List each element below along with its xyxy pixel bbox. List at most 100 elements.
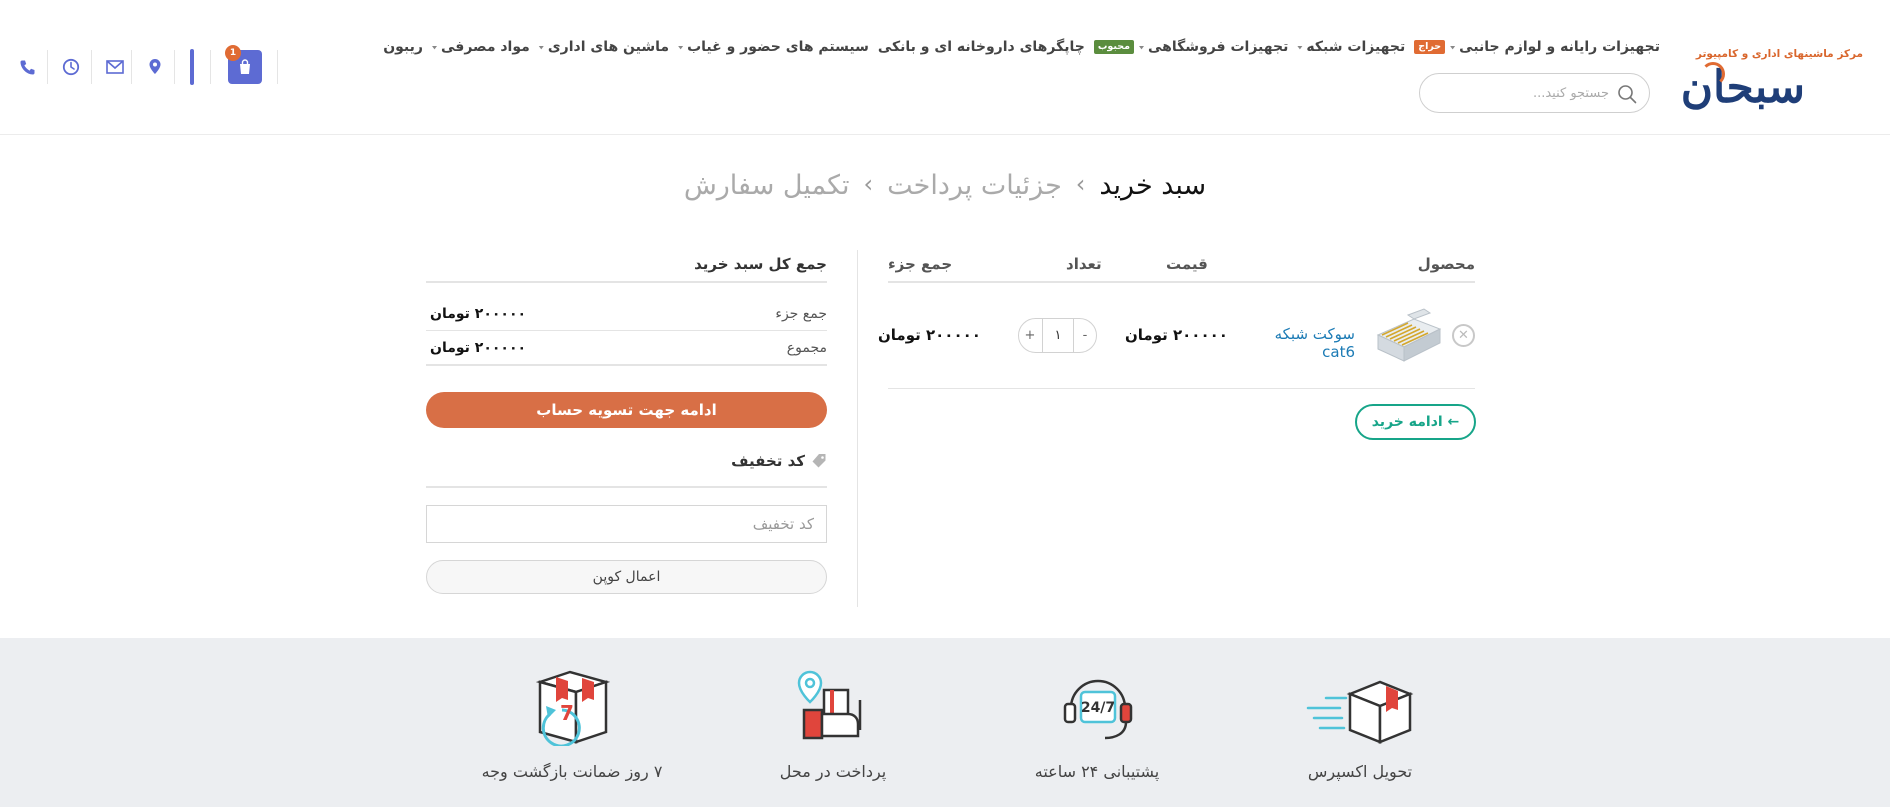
feature-pay-on-delivery: پرداخت در محل bbox=[723, 638, 943, 807]
totals-row-total: ۲۰۰۰۰۰ تومان مجموع bbox=[426, 332, 827, 366]
phone-icon[interactable] bbox=[16, 56, 38, 78]
express-delivery-icon bbox=[1306, 680, 1414, 744]
feature-label: ۷ روز ضمانت بازگشت وجه bbox=[481, 762, 663, 781]
step-separator: › bbox=[1075, 170, 1086, 198]
nav-item-label: سیستم های حضور و غیاب bbox=[687, 39, 869, 55]
nav-item-ribbon[interactable]: ریبون bbox=[383, 39, 423, 55]
column-header-quantity: تعداد bbox=[1066, 255, 1102, 273]
brand-logo[interactable]: مرکز ماشینهای اداری و کامپیوتر سبحان bbox=[1681, 40, 1875, 116]
nav-item-store-equipment[interactable]: تجهیزات فروشگاهی ▾ محبوب bbox=[1093, 39, 1289, 55]
nav-item-computer-equipment[interactable]: تجهیزات رایانه و لوازم جانبی ▾ حراج bbox=[1414, 39, 1660, 55]
close-icon: ✕ bbox=[1458, 328, 1469, 343]
divider bbox=[91, 50, 92, 84]
cart-count-badge: 1 bbox=[225, 45, 241, 61]
cart-totals-title: جمع کل سبد خرید bbox=[694, 255, 827, 273]
remove-item-button[interactable]: ✕ bbox=[1452, 324, 1475, 347]
main-nav: تجهیزات رایانه و لوازم جانبی ▾ حراج تجهی… bbox=[374, 36, 1660, 58]
nav-item-label: مواد مصرفی bbox=[440, 39, 530, 55]
product-subtotal: ۲۰۰۰۰۰ تومان bbox=[878, 326, 981, 344]
totals-value: ۲۰۰۰۰۰ تومان bbox=[430, 340, 527, 356]
location-icon[interactable] bbox=[144, 56, 166, 78]
coupon-divider bbox=[426, 486, 827, 488]
search-input[interactable] bbox=[1434, 83, 1609, 103]
chevron-down-icon: ▾ bbox=[1138, 43, 1144, 51]
chevron-down-icon: ▾ bbox=[1297, 43, 1303, 51]
column-divider bbox=[857, 250, 858, 607]
popular-badge: محبوب bbox=[1093, 40, 1134, 54]
search-icon[interactable] bbox=[1617, 84, 1637, 104]
totals-header-divider bbox=[426, 281, 827, 283]
feature-label: پشتیبانی ۲۴ ساعته bbox=[1034, 762, 1160, 781]
nav-item-office-machines[interactable]: ماشین های اداری ▾ bbox=[539, 39, 669, 55]
search-box bbox=[1419, 73, 1650, 113]
shopping-bag-icon bbox=[240, 59, 250, 74]
nav-item-network[interactable]: تجهیزات شبکه ▾ bbox=[1297, 39, 1405, 55]
feature-money-back: 7 ۷ روز ضمانت بازگشت وجه bbox=[462, 638, 682, 807]
step-order-complete: تکمیل سفارش bbox=[683, 170, 850, 201]
quantity-input[interactable]: ۱ bbox=[1042, 319, 1074, 352]
table-header-divider bbox=[888, 281, 1475, 283]
nav-item-label: ماشین های اداری bbox=[547, 39, 670, 55]
continue-shopping-button[interactable]: ← ادامه خرید bbox=[1355, 404, 1476, 440]
money-back-icon: 7 bbox=[536, 670, 610, 746]
coupon-title-text: کد تخفیف bbox=[731, 452, 805, 470]
step-cart[interactable]: سبد خرید bbox=[1099, 170, 1206, 201]
nav-item-label: تجهیزات فروشگاهی bbox=[1147, 39, 1289, 55]
column-header-subtotal: جمع جزء bbox=[888, 255, 953, 273]
pay-on-delivery-icon bbox=[797, 670, 862, 740]
checkout-steps: سبد خرید › جزئیات پرداخت › تکمیل سفارش bbox=[0, 170, 1890, 201]
brand-name: سبحان bbox=[1680, 62, 1805, 113]
column-header-price: قیمت bbox=[1166, 255, 1208, 273]
divider bbox=[131, 50, 132, 84]
nav-item-label: تجهیزات رایانه و لوازم جانبی bbox=[1459, 39, 1660, 55]
feature-support-24-7: 24/7 پشتیبانی ۲۴ ساعته bbox=[987, 638, 1207, 807]
product-price: ۲۰۰۰۰۰ تومان bbox=[1125, 326, 1228, 344]
table-row-divider bbox=[888, 388, 1475, 389]
increase-quantity-button[interactable]: + bbox=[1019, 319, 1041, 352]
support-24-7-icon: 24/7 bbox=[1063, 679, 1133, 740]
logo-swirl-icon bbox=[1701, 62, 1725, 86]
nav-item-consumables[interactable]: مواد مصرفی ▾ bbox=[432, 39, 530, 55]
totals-value: ۲۰۰۰۰۰ تومان bbox=[430, 305, 527, 322]
step-payment-details[interactable]: جزئیات پرداخت bbox=[887, 170, 1062, 201]
feature-label: پرداخت در محل bbox=[779, 762, 887, 781]
site-header: مرکز ماشینهای اداری و کامپیوتر سبحان تجه… bbox=[0, 0, 1890, 135]
nav-item-attendance-systems[interactable]: سیستم های حضور و غیاب ▾ bbox=[678, 39, 869, 55]
product-image[interactable] bbox=[1368, 305, 1444, 365]
step-separator: › bbox=[863, 170, 874, 198]
nav-item-label: ریبون bbox=[383, 39, 423, 55]
nav-item-label: چاپگرهای داروخانه ای و بانکی bbox=[877, 39, 1085, 55]
tag-icon bbox=[812, 454, 826, 468]
chevron-down-icon: ▾ bbox=[538, 43, 544, 51]
sale-badge: حراج bbox=[1414, 40, 1446, 54]
proceed-to-checkout-button[interactable]: ادامه جهت تسویه حساب bbox=[426, 392, 827, 428]
totals-label: مجموع bbox=[786, 340, 827, 356]
svg-text:24/7: 24/7 bbox=[1081, 700, 1115, 716]
divider bbox=[174, 50, 175, 84]
coupon-heading: کد تخفیف bbox=[426, 452, 827, 470]
divider bbox=[277, 50, 278, 84]
chevron-down-icon: ▾ bbox=[1450, 43, 1456, 51]
chevron-down-icon: ▾ bbox=[678, 43, 684, 51]
brand-tagline: مرکز ماشینهای اداری و کامپیوتر bbox=[1695, 48, 1863, 60]
decrease-quantity-button[interactable]: - bbox=[1074, 319, 1096, 352]
totals-label: جمع جزء bbox=[775, 305, 827, 322]
column-header-product: محصول bbox=[1417, 255, 1475, 273]
divider bbox=[47, 50, 48, 84]
nav-item-label: تجهیزات شبکه bbox=[1306, 39, 1406, 55]
totals-row-subtotal: ۲۰۰۰۰۰ تومان جمع جزء bbox=[426, 297, 827, 331]
nav-item-pharmacy-printers[interactable]: چاپگرهای داروخانه ای و بانکی bbox=[878, 39, 1085, 55]
product-name-link[interactable]: سوکت شبکه cat6 bbox=[1245, 325, 1355, 361]
mail-icon[interactable] bbox=[104, 56, 126, 78]
features-bar: تحویل اکسپرس 24/7 پشتیبانی ۲۴ ساعته پردا… bbox=[0, 638, 1890, 807]
apply-coupon-button[interactable]: اعمال کوپن bbox=[426, 560, 827, 594]
feature-express-delivery: تحویل اکسپرس bbox=[1250, 638, 1470, 807]
feature-label: تحویل اکسپرس bbox=[1307, 762, 1413, 781]
quantity-stepper: - ۱ + bbox=[1018, 318, 1097, 353]
cart-button[interactable]: 1 bbox=[225, 45, 262, 84]
clock-icon[interactable] bbox=[60, 56, 82, 78]
svg-text:7: 7 bbox=[560, 701, 574, 725]
chevron-down-icon: ▾ bbox=[431, 43, 437, 51]
coupon-code-input[interactable] bbox=[426, 505, 827, 543]
divider bbox=[210, 50, 211, 84]
